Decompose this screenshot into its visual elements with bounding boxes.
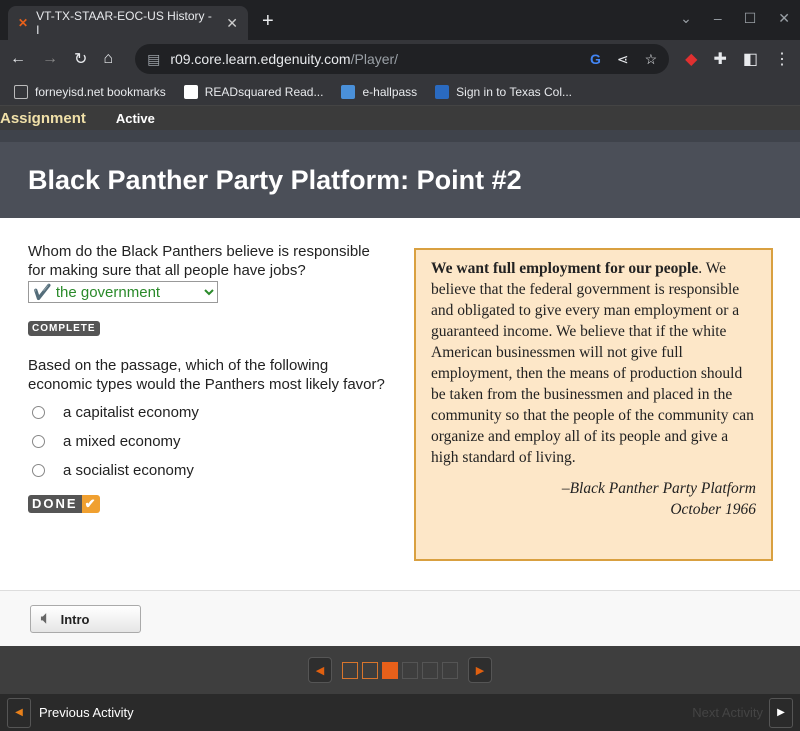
radio-button[interactable] bbox=[32, 435, 45, 448]
folder-icon bbox=[14, 84, 28, 99]
next-activity-button[interactable]: Next Activity bbox=[692, 705, 763, 720]
page-3-current[interactable] bbox=[382, 661, 398, 679]
bookmark-label: forneyisd.net bookmarks bbox=[35, 84, 166, 99]
complete-badge: COMPLETE bbox=[28, 321, 100, 336]
browser-tab[interactable]: ✕ VT-TX-STAAR-EOC-US History - I ✕ bbox=[8, 6, 248, 40]
done-button[interactable]: DONE ✔ bbox=[28, 495, 101, 513]
ehallpass-icon bbox=[341, 84, 356, 99]
page-navigator: ◀ ▶ bbox=[0, 646, 800, 694]
site-info-icon[interactable]: ▤ bbox=[147, 51, 160, 68]
texas-college-icon bbox=[435, 84, 450, 99]
share-icon[interactable]: ⋖ bbox=[617, 51, 629, 68]
address-bar[interactable]: ▤ r09.core.learn.edgenuity.com/Player/ G… bbox=[135, 44, 670, 74]
option-label: a mixed economy bbox=[63, 433, 181, 450]
page-2[interactable] bbox=[362, 661, 378, 679]
intro-bar: 🔈︎ Intro bbox=[0, 590, 800, 646]
tab-search-icon[interactable]: ⌄ bbox=[680, 10, 692, 27]
reload-icon[interactable]: ↻ bbox=[74, 49, 87, 69]
radio-button[interactable] bbox=[32, 464, 45, 477]
previous-activity-button[interactable]: Previous Activity bbox=[39, 705, 134, 720]
browser-toolbar: ← → ↻ ⌂ ▤ r09.core.learn.edgenuity.com/P… bbox=[0, 40, 800, 78]
bookmark-star-icon[interactable]: ☆ bbox=[645, 51, 658, 68]
next-activity-arrow[interactable]: ▶ bbox=[769, 697, 793, 728]
page-header: Black Panther Party Platform: Point #2 bbox=[0, 130, 800, 218]
activity-footer: ◀ Previous Activity Next Activity ▶ bbox=[0, 694, 800, 731]
bookmark-item[interactable]: forneyisd.net bookmarks bbox=[14, 84, 166, 99]
passage-date: October 1966 bbox=[670, 501, 756, 518]
done-label: DONE bbox=[28, 495, 82, 513]
answer-option[interactable]: a mixed economy bbox=[28, 427, 388, 456]
back-icon[interactable]: ← bbox=[10, 50, 26, 68]
assignment-label: Assignment bbox=[0, 109, 86, 127]
page-title: Black Panther Party Platform: Point #2 bbox=[28, 164, 522, 195]
activity-content: Whom do the Black Panthers believe is re… bbox=[0, 226, 800, 590]
url-host: r09.core.learn.edgenuity.com bbox=[170, 51, 351, 67]
forward-icon[interactable]: → bbox=[42, 50, 58, 68]
speaker-icon: 🔈︎ bbox=[41, 610, 51, 627]
option-label: a capitalist economy bbox=[63, 404, 199, 421]
checkmark-icon: ✔ bbox=[81, 495, 101, 513]
answer-option[interactable]: a capitalist economy bbox=[28, 398, 388, 427]
prev-page-button[interactable]: ◀ bbox=[308, 657, 332, 683]
previous-activity-arrow[interactable]: ◀ bbox=[7, 697, 31, 728]
close-tab-icon[interactable]: ✕ bbox=[226, 15, 238, 32]
questions-panel: Whom do the Black Panthers believe is re… bbox=[28, 242, 388, 513]
bookmark-item[interactable]: e-hallpass bbox=[341, 84, 418, 99]
assignment-status: Active bbox=[115, 110, 155, 126]
bookmark-item[interactable]: Sign in to Texas Col... bbox=[435, 84, 573, 99]
url-path: /Player/ bbox=[350, 51, 399, 67]
page-4[interactable] bbox=[402, 661, 418, 679]
bookmark-label: Sign in to Texas Col... bbox=[456, 84, 573, 99]
passage-body: . We believe that the federal government… bbox=[431, 260, 754, 466]
close-window-icon[interactable]: ✕ bbox=[778, 10, 790, 27]
side-panel-icon[interactable]: ◧ bbox=[743, 49, 758, 69]
passage-bold: We want full employment for our people bbox=[431, 260, 699, 277]
page-1[interactable] bbox=[342, 661, 358, 679]
page-5[interactable] bbox=[422, 661, 438, 679]
extension-icon[interactable]: ◆ bbox=[685, 49, 697, 69]
next-page-button[interactable]: ▶ bbox=[468, 657, 492, 683]
minimize-icon[interactable]: – bbox=[714, 10, 722, 27]
maximize-icon[interactable]: ☐ bbox=[744, 10, 757, 27]
question-1-text: Whom do the Black Panthers believe is re… bbox=[28, 243, 370, 279]
bookmark-label: e-hallpass bbox=[362, 84, 418, 99]
edgenuity-icon: ✕ bbox=[18, 16, 29, 30]
intro-button[interactable]: 🔈︎ Intro bbox=[30, 605, 141, 633]
passage-box: We want full employment for our people. … bbox=[414, 248, 773, 561]
new-tab-button[interactable]: + bbox=[262, 10, 274, 33]
intro-label: Intro bbox=[60, 611, 90, 627]
assignment-bar: Assignment Active bbox=[0, 106, 800, 130]
tab-title: VT-TX-STAAR-EOC-US History - I bbox=[36, 9, 212, 37]
answer-option[interactable]: a socialist economy bbox=[28, 456, 388, 485]
menu-icon[interactable]: ⋮ bbox=[774, 49, 790, 69]
page-6[interactable] bbox=[442, 661, 458, 679]
bookmark-label: READsquared Read... bbox=[204, 84, 324, 99]
extensions-puzzle-icon[interactable]: ✚ bbox=[713, 49, 726, 69]
bookmark-item[interactable]: READsquared Read... bbox=[183, 84, 324, 99]
browser-tabbar: ✕ VT-TX-STAAR-EOC-US History - I ✕ + ⌄ – ☐… bbox=[0, 0, 800, 40]
bookmarks-bar: forneyisd.net bookmarks READsquared Read… bbox=[0, 78, 800, 106]
radio-button[interactable] bbox=[32, 406, 45, 419]
google-icon[interactable]: G bbox=[590, 51, 601, 68]
passage-source: –Black Panther Party Platform bbox=[561, 480, 756, 497]
readsquared-icon bbox=[183, 84, 198, 99]
question-2-text: Based on the passage, which of the follo… bbox=[28, 357, 385, 393]
answer-dropdown[interactable]: ✔️ the government bbox=[28, 281, 218, 303]
option-label: a socialist economy bbox=[63, 462, 194, 479]
home-icon[interactable]: ⌂ bbox=[103, 50, 113, 68]
